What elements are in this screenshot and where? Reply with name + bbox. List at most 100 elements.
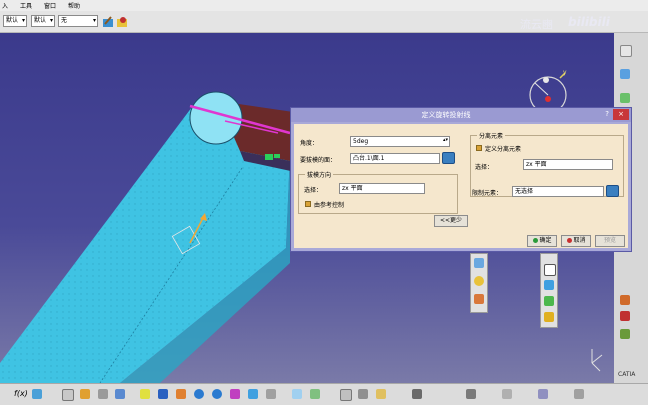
pick-icon[interactable] [442, 152, 455, 164]
split-value: zx 平面 [526, 161, 547, 168]
close-button[interactable]: × [613, 109, 629, 120]
angle-value: 5deg [353, 138, 369, 145]
limit-label: 限制元素： [472, 190, 503, 197]
axis-icon [591, 349, 603, 372]
direction-group-title: 拔模方向 [305, 170, 334, 179]
pad-icon[interactable] [620, 295, 630, 305]
ok-icon [532, 238, 538, 243]
format-painter-icon [117, 17, 127, 27]
draft-icon[interactable] [544, 296, 554, 306]
swap-view-icon[interactable] [310, 389, 320, 399]
define-split-checkbox[interactable] [476, 145, 482, 151]
surface-icon[interactable] [474, 258, 484, 268]
angle-label: 角度： [300, 140, 319, 147]
layer-combo-value: 无 [61, 17, 68, 24]
top-toolbar: 默认 ▾ 默认 ▾ 无 ▾ 流云豳 bilibili [0, 11, 648, 33]
hide-show-icon[interactable] [292, 389, 302, 399]
cancel-button[interactable]: 取消 [561, 235, 591, 247]
menu-insert[interactable]: 入 [2, 1, 8, 10]
fly-icon[interactable] [62, 389, 74, 401]
dialog-title: 定义旋转投射线 [421, 111, 471, 119]
menu-window[interactable]: 窗口 [44, 1, 56, 10]
thickness-icon[interactable] [544, 312, 554, 322]
limit-pick-icon[interactable] [606, 185, 619, 197]
split-field[interactable]: zx 平面 [523, 159, 613, 170]
split-group-title: 分离元素 [477, 131, 506, 140]
split-select-label: 选择： [475, 164, 494, 171]
draft-dialog: 定义旋转投射线 ? × 角度： 5deg ▴▾ 要拔模的面： 凸台.1\面.1 … [290, 107, 632, 252]
spinner-icon[interactable]: ▴▾ [443, 136, 448, 145]
direction-select-label: 选择： [304, 187, 323, 194]
shell-icon[interactable] [544, 280, 554, 290]
bottom-toolbar: f(x) [0, 383, 648, 405]
direction-group: 拔模方向 选择： zx 平面 由参考控制 [298, 170, 458, 214]
pan-icon[interactable] [158, 389, 168, 399]
define-split-label: 定义分离元素 [485, 146, 522, 153]
rib-icon[interactable] [620, 329, 630, 339]
dialog-title-bar[interactable]: 定义旋转投射线 ? × [291, 108, 631, 122]
rotate-icon[interactable] [176, 389, 186, 399]
iso-view-icon[interactable] [248, 389, 258, 399]
normal-view-icon[interactable] [230, 389, 240, 399]
snap-icon[interactable] [538, 389, 548, 399]
layer-combo[interactable]: 无 ▾ [58, 15, 98, 27]
chevron-down-icon: ▾ [92, 17, 96, 24]
less-button[interactable]: <<更少 [434, 215, 468, 227]
reference-checkbox[interactable] [305, 201, 311, 207]
svg-text:y: y [563, 69, 567, 76]
table-icon[interactable] [98, 389, 108, 399]
surface-label: 要拔模的面： [300, 157, 337, 164]
preview-button[interactable]: 预览 [595, 235, 625, 247]
floating-panel-left [470, 253, 488, 313]
chevron-down-icon: ▾ [49, 17, 53, 24]
color-combo-value: 默认 [6, 17, 19, 24]
paint-tools[interactable] [101, 14, 131, 29]
target-icon[interactable] [474, 276, 484, 286]
catia-logo: CATIA [618, 371, 636, 378]
watermark-text: 流云豳 [520, 18, 553, 31]
help-button[interactable]: ? [605, 110, 609, 118]
bilibili-logo: bilibili [568, 15, 610, 29]
paintbrush-icon [103, 16, 113, 27]
surface-value: 凸台.1\面.1 [353, 155, 385, 162]
cursor-icon[interactable] [620, 45, 632, 57]
plane-icon[interactable] [620, 93, 630, 103]
chevron-down-icon: ▾ [21, 17, 25, 24]
options-icon[interactable] [574, 389, 584, 399]
ok-button-label: 确定 [539, 237, 552, 244]
dialog-body: 角度： 5deg ▴▾ 要拔模的面： 凸台.1\面.1 拔模方向 选择： zx … [294, 124, 628, 248]
limit-value: 无选择 [515, 188, 534, 195]
linetype-combo-value: 默认 [34, 17, 47, 24]
cube-icon[interactable] [544, 264, 556, 276]
camera-icon[interactable] [412, 389, 422, 399]
select-icon[interactable] [115, 389, 125, 399]
knowledge-icon[interactable] [32, 389, 42, 399]
folder-icon[interactable] [474, 294, 484, 304]
direction-value: zx 平面 [342, 185, 363, 192]
reference-label: 由参考控制 [314, 202, 345, 209]
angle-field[interactable]: 5deg ▴▾ [350, 136, 450, 147]
light-icon[interactable] [340, 389, 352, 401]
menu-help[interactable]: 帮助 [68, 1, 80, 10]
limit-field[interactable]: 无选择 [512, 186, 604, 197]
sketch-icon[interactable] [620, 69, 630, 79]
pocket-icon[interactable] [620, 311, 630, 321]
fit-all-icon[interactable] [140, 389, 150, 399]
menu-bar: 入 工具 窗口 帮助 [0, 0, 648, 11]
menu-tools[interactable]: 工具 [20, 1, 32, 10]
zoom-out-icon[interactable] [212, 389, 222, 399]
ok-button[interactable]: 确定 [527, 235, 557, 247]
direction-field[interactable]: zx 平面 [339, 183, 425, 194]
apply-material-icon[interactable] [376, 389, 386, 399]
surface-field[interactable]: 凸台.1\面.1 [350, 153, 440, 164]
material-icon[interactable] [358, 389, 368, 399]
linetype-combo[interactable]: 默认 ▾ [31, 15, 55, 27]
grid-icon[interactable] [502, 389, 512, 399]
zoom-in-icon[interactable] [194, 389, 204, 399]
render-icon[interactable] [266, 389, 276, 399]
f-of-x-icon[interactable]: f(x) [14, 389, 28, 398]
cancel-icon [566, 238, 572, 243]
measure-icon[interactable] [80, 389, 90, 399]
analysis-icon[interactable] [466, 389, 476, 399]
color-combo[interactable]: 默认 ▾ [3, 15, 27, 27]
